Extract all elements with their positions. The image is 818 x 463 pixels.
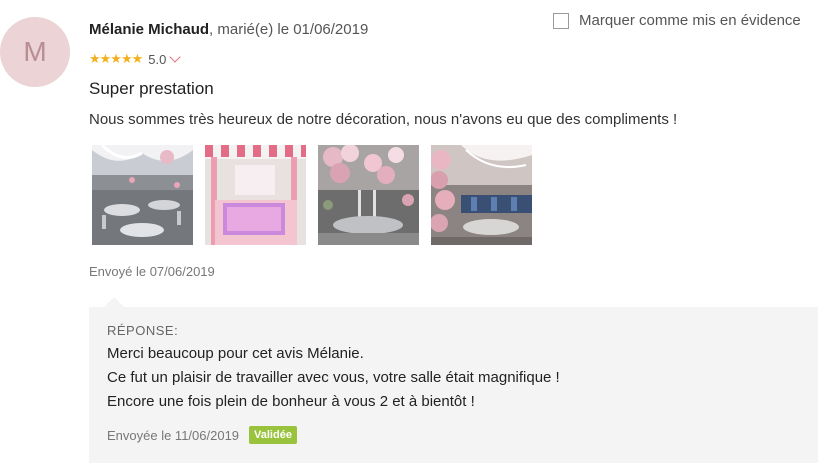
star-rating-icon: ★★★★★ — [89, 51, 143, 66]
author-name: Mélanie Michaud — [89, 21, 210, 38]
photo-floral-centerpiece-icon — [318, 145, 419, 245]
photo-gallery — [92, 145, 532, 245]
reply-pointer — [104, 297, 124, 307]
status-badge: Validée — [249, 426, 297, 444]
review-sent-date: Envoyé le 07/06/2019 — [89, 264, 215, 279]
review-title: Super prestation — [89, 79, 214, 98]
highlight-label: Marquer comme mis en évidence — [579, 12, 801, 29]
photo-thumbnail-3[interactable] — [318, 145, 419, 245]
reply-label: RÉPONSE: — [107, 323, 179, 338]
reply-line-1: Merci beaucoup pour cet avis Mélanie. — [107, 345, 364, 362]
avatar: M — [0, 17, 70, 87]
highlight-checkbox[interactable] — [553, 12, 569, 29]
photo-thumbnail-4[interactable] — [431, 145, 532, 245]
reply-panel: RÉPONSE: Merci beaucoup pour cet avis Mé… — [89, 307, 818, 463]
photo-thumbnail-2[interactable] — [205, 145, 306, 245]
reply-footer: Envoyée le 11/06/2019 Validée — [107, 426, 297, 444]
review-header: Mélanie Michaud, marié(e) le 01/06/2019 — [89, 21, 368, 38]
photo-reception-hall-icon — [92, 145, 193, 245]
photo-decorated-hall-icon — [431, 145, 532, 245]
photo-candy-bar-icon — [205, 145, 306, 245]
reply-line-2: Ce fut un plaisir de travailler avec vou… — [107, 369, 560, 386]
photo-thumbnail-1[interactable] — [92, 145, 193, 245]
reply-sent-date: Envoyée le 11/06/2019 — [107, 427, 240, 443]
avatar-letter: M — [23, 36, 47, 67]
review-card: M Mélanie Michaud, marié(e) le 01/06/201… — [0, 0, 818, 463]
highlight-toggle[interactable]: Marquer comme mis en évidence — [553, 12, 801, 29]
rating: ★★★★★ 5.0 — [89, 51, 182, 67]
wedding-date: , marié(e) le 01/06/2019 — [209, 21, 369, 38]
reply-line-3: Encore une fois plein de bonheur à vous … — [107, 393, 475, 410]
rating-value: 5.0 — [148, 51, 167, 67]
chevron-down-icon[interactable] — [169, 51, 182, 63]
review-body: Nous sommes très heureux de notre décora… — [89, 111, 678, 128]
